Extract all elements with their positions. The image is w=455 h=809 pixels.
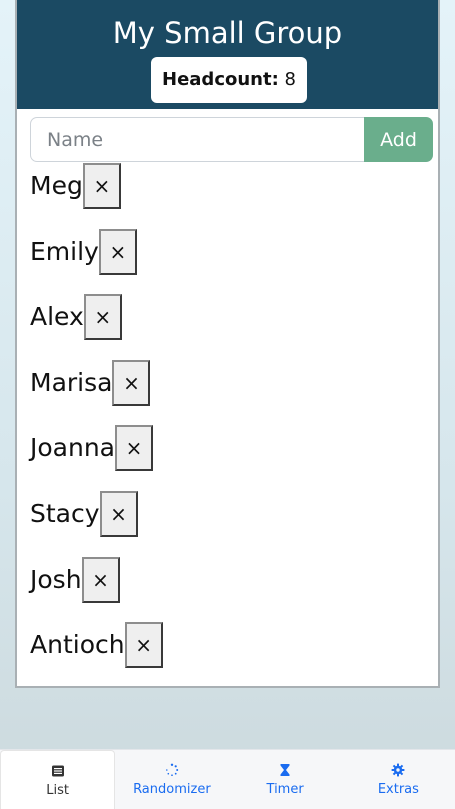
remove-button[interactable]: × — [115, 425, 153, 472]
list-item: Joanna × — [30, 425, 163, 491]
hourglass-icon — [280, 764, 290, 776]
list-icon — [51, 765, 64, 777]
member-name: Josh — [30, 564, 82, 594]
name-input[interactable] — [30, 117, 366, 162]
remove-button[interactable]: × — [124, 622, 163, 669]
remove-button[interactable]: × — [81, 556, 120, 603]
member-name: Antioch — [30, 630, 125, 660]
add-member-form: Add — [30, 117, 433, 162]
list-item: Meg × — [30, 163, 163, 229]
tab-randomizer[interactable]: Randomizer — [115, 750, 228, 809]
list-item: Antioch × — [30, 622, 163, 688]
remove-button[interactable]: × — [112, 359, 151, 406]
headcount-badge: Headcount: 8 — [151, 57, 307, 103]
page-title: My Small Group — [112, 16, 343, 50]
member-name: Marisa — [30, 367, 113, 397]
member-name: Joanna — [30, 433, 115, 463]
list-item: Josh × — [30, 556, 163, 623]
remove-button[interactable]: × — [82, 163, 121, 209]
remove-button[interactable]: × — [99, 490, 138, 537]
tab-extras[interactable]: Extras — [342, 750, 455, 809]
member-name: Stacy — [30, 498, 100, 528]
tab-label: Extras — [377, 782, 419, 797]
spinner-icon — [165, 763, 179, 777]
add-button[interactable]: Add — [364, 117, 433, 162]
member-name: Emily — [30, 236, 99, 266]
list-item: Stacy × — [30, 490, 163, 557]
list-item: Marisa × — [30, 359, 163, 426]
headcount-value: 8 — [284, 69, 296, 90]
headcount-label: Headcount: — [162, 69, 279, 90]
member-list: Meg × Emily × Alex × Marisa × Joanna × S… — [30, 163, 163, 688]
gear-icon — [391, 763, 405, 777]
member-name: Alex — [30, 302, 84, 332]
remove-button[interactable]: × — [98, 228, 137, 275]
list-item: Emily × — [30, 228, 163, 295]
tab-list[interactable]: List — [0, 750, 116, 809]
member-name: Meg — [30, 171, 83, 200]
tab-label: List — [46, 783, 69, 798]
list-item: Alex × — [30, 294, 163, 360]
app-header: My Small Group Headcount: 8 — [17, 0, 438, 109]
tab-label: Timer — [266, 782, 304, 797]
group-card: My Small Group Headcount: 8 Add Meg × Em… — [15, 0, 440, 688]
remove-button[interactable]: × — [83, 294, 122, 341]
bottom-tab-bar: List Randomizer Timer Extras — [0, 749, 455, 809]
tab-label: Randomizer — [133, 782, 211, 797]
tab-timer[interactable]: Timer — [229, 750, 342, 809]
